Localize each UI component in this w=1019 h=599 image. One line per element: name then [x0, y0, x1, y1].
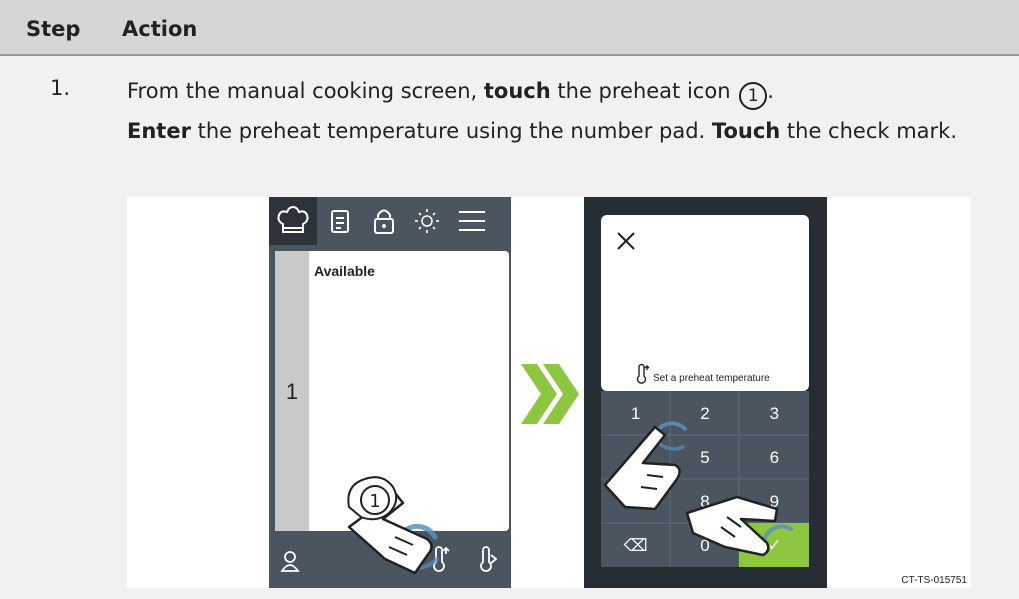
- right-device-screen: Set a preheat temperature 123456789⌫0✓: [584, 197, 827, 588]
- callout-number: 1: [369, 491, 380, 512]
- column-header-action: Action: [122, 17, 198, 41]
- keypad-key-confirm[interactable]: ✓: [767, 536, 781, 555]
- double-chevron-arrow-icon: [521, 364, 579, 424]
- text: the check mark.: [780, 119, 958, 143]
- keypad-key-2[interactable]: 2: [700, 404, 709, 423]
- bold-text: Touch: [711, 119, 781, 143]
- step-number: 1.: [50, 76, 71, 100]
- preheat-dialog: [601, 215, 809, 391]
- keypad-key-5[interactable]: 5: [700, 448, 709, 467]
- text: the preheat icon: [550, 79, 738, 103]
- callout-bubble: 1: [347, 476, 398, 521]
- panel-number: 1: [286, 379, 298, 404]
- keypad-key-1[interactable]: 1: [631, 404, 640, 423]
- dialog-hint: Set a preheat temperature: [653, 373, 770, 384]
- figure-illustration: Available 1 1 Set a preheat temperature …: [269, 197, 967, 588]
- callout-number: 1: [739, 82, 768, 110]
- instruction-line-2: Enter the preheat temperature using the …: [127, 116, 967, 146]
- active-tab-bg: [269, 197, 317, 245]
- text: From the manual cooking screen,: [127, 79, 484, 103]
- bold-text: touch: [483, 79, 551, 103]
- left-device-screen: Available 1 1: [269, 197, 511, 588]
- column-header-step: Step: [26, 17, 81, 41]
- table-row: 1. From the manual cooking screen, touch…: [0, 56, 1019, 599]
- text: .: [767, 79, 774, 103]
- instruction-line-1: From the manual cooking screen, touch th…: [127, 76, 774, 110]
- instruction-figure: Available 1 1 Set a preheat temperature …: [127, 197, 971, 588]
- chef-hat-icon[interactable]: [269, 197, 317, 245]
- keypad-key-3[interactable]: 3: [770, 404, 779, 423]
- bold-text: Enter: [127, 119, 191, 143]
- keypad-key-6[interactable]: 6: [770, 448, 779, 467]
- keypad-key-backspace[interactable]: ⌫: [624, 536, 648, 555]
- figure-caption: CT-TS-015751: [901, 575, 967, 586]
- text: the preheat temperature using the number…: [190, 119, 712, 143]
- table-header: Step Action: [0, 0, 1019, 56]
- panel-title: Available: [314, 263, 375, 279]
